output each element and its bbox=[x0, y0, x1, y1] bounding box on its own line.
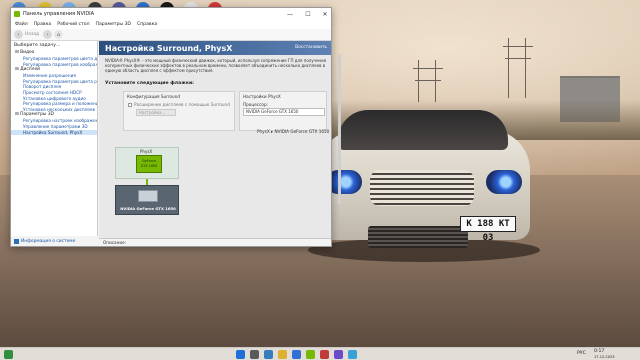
task-view-icon[interactable] bbox=[264, 350, 273, 359]
menu-help[interactable]: Справка bbox=[137, 22, 157, 27]
content-scrollbar[interactable] bbox=[338, 54, 341, 204]
wallpaper-power-tower bbox=[503, 38, 533, 98]
system-info-label: Информация о системе bbox=[21, 238, 76, 244]
processor-label: Процессор: bbox=[243, 102, 269, 107]
close-button[interactable]: ✕ bbox=[317, 8, 333, 20]
menu-file[interactable]: Файл bbox=[15, 22, 28, 27]
maximize-button[interactable]: ☐ bbox=[300, 8, 316, 20]
processor-select[interactable]: NVIDIA GeForce GTX 1650 bbox=[243, 108, 325, 116]
checkbox-box[interactable] bbox=[128, 102, 132, 107]
car-bumper-vent bbox=[368, 226, 468, 248]
back-label: Назад bbox=[25, 32, 40, 37]
car-grille bbox=[370, 170, 474, 206]
surround-group: Конфигурация Surround Расширение дисплее… bbox=[123, 91, 235, 131]
surround-checkbox[interactable]: Расширение дисплеев с помощью Surround bbox=[128, 102, 230, 107]
nvidia-logo-icon bbox=[14, 11, 20, 17]
physx-diagram-box: PhysX GeForce GTX 1650 bbox=[115, 147, 179, 179]
wallpaper-car: К 188 КТ 03 bbox=[308, 110, 540, 262]
menu-bar: Файл Правка Рабочий стол Параметры 3D Сп… bbox=[11, 20, 331, 29]
chip-label-2: GTX 1650 bbox=[140, 164, 158, 168]
browser-icon[interactable] bbox=[292, 350, 301, 359]
surround-checkbox-label: Расширение дисплеев с помощью Surround bbox=[134, 102, 230, 107]
physx-mapping-label: PhysX ▸ NVIDIA GeForce GTX 1650 bbox=[257, 129, 330, 134]
menu-edit[interactable]: Правка bbox=[34, 22, 51, 27]
nvidia-control-panel-window: Панель управления NVIDIA — ☐ ✕ Файл Прав… bbox=[10, 7, 341, 247]
physx-group: Настройки PhysX Процессор: NVIDIA GeForc… bbox=[239, 91, 327, 131]
gpu-chip-icon: GeForce GTX 1650 bbox=[136, 155, 162, 173]
restore-defaults-link[interactable]: Восстановить bbox=[295, 45, 327, 50]
page-title: Настройка Surround, PhysX bbox=[105, 43, 233, 53]
car-windshield bbox=[338, 110, 508, 150]
graphics-card-icon bbox=[138, 190, 158, 202]
physx-diagram: PhysX GeForce GTX 1650 NVIDIA GeForce GT… bbox=[115, 147, 179, 215]
gpu-diagram-box: NVIDIA GeForce GTX 1650 bbox=[115, 185, 179, 215]
gpu-diagram-label: NVIDIA GeForce GTX 1650 bbox=[120, 206, 176, 211]
clock-time[interactable]: 0:17 bbox=[594, 349, 604, 354]
license-plate: К 188 КТ 03 bbox=[460, 216, 516, 243]
clock-date[interactable]: 17.12.2023 bbox=[594, 355, 615, 359]
system-info-link[interactable]: Информация о системе bbox=[11, 236, 98, 246]
task-tree-pane: Выберите задачу... ⊟ Видео Регулировка п… bbox=[11, 41, 98, 236]
app-taskbar-icon[interactable] bbox=[320, 350, 329, 359]
window-title: Панель управления NVIDIA bbox=[23, 11, 95, 17]
tree-item-video-color[interactable]: Регулировка параметров цвета для видео bbox=[11, 56, 97, 62]
description-footer: Описание: bbox=[99, 238, 331, 246]
nvidia-taskbar-icon[interactable] bbox=[306, 350, 315, 359]
title-bar[interactable]: Панель управления NVIDIA — ☐ ✕ bbox=[11, 8, 331, 20]
section-header: Установите следующие флажки: bbox=[105, 81, 195, 86]
language-indicator[interactable]: РУС bbox=[577, 351, 586, 356]
wallpaper-power-tower bbox=[413, 60, 443, 102]
task-tree-header: Выберите задачу... bbox=[14, 43, 61, 48]
search-icon[interactable] bbox=[250, 350, 259, 359]
physx-diagram-label: PhysX bbox=[140, 149, 153, 154]
page-banner: Настройка Surround, PhysX Восстановить bbox=[99, 41, 331, 55]
back-button[interactable]: ‹ bbox=[14, 30, 23, 39]
tree-item-manage-3d[interactable]: Управление параметрами 3D bbox=[11, 124, 97, 130]
minimize-button[interactable]: — bbox=[282, 8, 298, 20]
app-taskbar-icon[interactable] bbox=[348, 350, 357, 359]
app-taskbar-icon[interactable] bbox=[334, 350, 343, 359]
tree-item-desktop-size[interactable]: Регулировка размера и положения рабочего… bbox=[11, 101, 97, 107]
task-tree: ⊟ Видео Регулировка параметров цвета для… bbox=[11, 50, 97, 136]
surround-group-title: Конфигурация Surround bbox=[127, 94, 181, 99]
physx-group-title: Настройки PhysX bbox=[243, 94, 281, 99]
car-headlight-right bbox=[486, 170, 522, 194]
content-pane: Настройка Surround, PhysX Восстановить N… bbox=[99, 41, 331, 246]
toolbar: ‹ Назад › ⌂ bbox=[11, 29, 331, 41]
info-icon bbox=[14, 238, 19, 244]
tree-item-surround-physx[interactable]: Настройка Surround, PhysX bbox=[11, 129, 97, 136]
start-icon[interactable] bbox=[236, 350, 245, 359]
menu-3d-settings[interactable]: Параметры 3D bbox=[96, 22, 131, 27]
page-description: NVIDIA® PhysX® – это мощный физический д… bbox=[105, 58, 327, 73]
widgets-icon[interactable] bbox=[4, 350, 13, 359]
file-explorer-icon[interactable] bbox=[278, 350, 287, 359]
taskbar: РУС 0:17 17.12.2023 bbox=[0, 347, 640, 360]
menu-desktop[interactable]: Рабочий стол bbox=[57, 22, 89, 27]
surround-configure-button[interactable]: Настройка... bbox=[136, 109, 176, 116]
forward-button[interactable]: › bbox=[43, 30, 53, 39]
home-button[interactable]: ⌂ bbox=[54, 30, 64, 39]
